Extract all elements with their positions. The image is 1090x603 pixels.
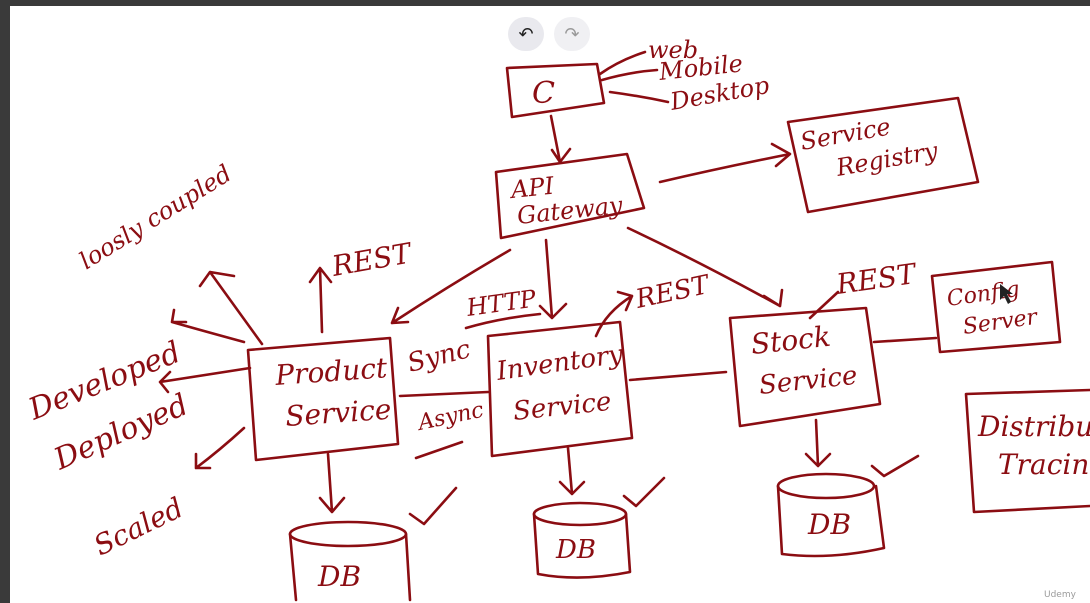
stock-service-label-2: Service: [758, 361, 859, 401]
product-db-arrow: [318, 452, 346, 514]
inventory-db-arrow: [558, 446, 586, 496]
sync-label: Sync: [404, 334, 474, 379]
distributed-tracing-label-1: Distribu: [977, 410, 1090, 443]
scaled-arrow: [194, 426, 246, 470]
stock-db-check: [870, 454, 920, 478]
inventory-service-label-1: Inventory: [494, 339, 625, 387]
stock-db: DB: [776, 472, 886, 558]
product-service-label-2: Service: [284, 393, 392, 433]
client-box: [505, 62, 606, 119]
inventory-db-label: DB: [555, 535, 596, 565]
client-desktop-line: [608, 90, 670, 104]
rest-left-label: REST: [329, 236, 416, 283]
quality-scaled: Scaled: [89, 491, 189, 562]
stock-db-arrow: [804, 418, 832, 468]
distributed-tracing-label-2: Tracin: [998, 448, 1089, 481]
stock-service-label-1: Stock: [749, 320, 832, 361]
developed-arrow: [170, 308, 246, 344]
whiteboard-canvas: C web Mobile Desktop API Gateway Service…: [23, 36, 1090, 602]
config-server-label-2: Server: [961, 305, 1040, 340]
gateway-to-registry-arrow: [658, 142, 792, 184]
watermark-logo: Udemy: [1044, 590, 1076, 600]
product-db-label: DB: [317, 560, 361, 593]
client-to-gateway-arrow: [549, 114, 572, 164]
inventory-db-check: [622, 476, 666, 508]
loosely-coupled-note: loosly coupled: [74, 159, 236, 275]
rest-right-label: REST: [833, 257, 919, 301]
async-label: Async: [414, 398, 486, 437]
rest-right-arrow: [808, 290, 840, 320]
config-server-label-1: Config: [945, 277, 1021, 312]
inventory-service-label-2: Service: [512, 387, 613, 427]
async-underline: [414, 440, 464, 460]
stock-config-link: [872, 336, 938, 344]
rest-mid-label: REST: [632, 270, 713, 315]
product-service-label-1: Product: [273, 351, 389, 392]
inventory-stock-link: [628, 370, 728, 382]
rest-mid-arrow: [594, 290, 634, 338]
client-label: C: [532, 76, 555, 111]
product-db: DB: [288, 520, 412, 602]
client-web-line: [598, 50, 647, 76]
inventory-db: DB: [532, 501, 632, 579]
product-inventory-link: [398, 390, 490, 398]
gateway-to-inventory-arrow: [538, 238, 568, 320]
client-mobile-line: [600, 68, 659, 82]
stock-db-label: DB: [807, 508, 851, 541]
rest-left-arrow: [308, 266, 333, 334]
product-db-check: [408, 486, 458, 526]
